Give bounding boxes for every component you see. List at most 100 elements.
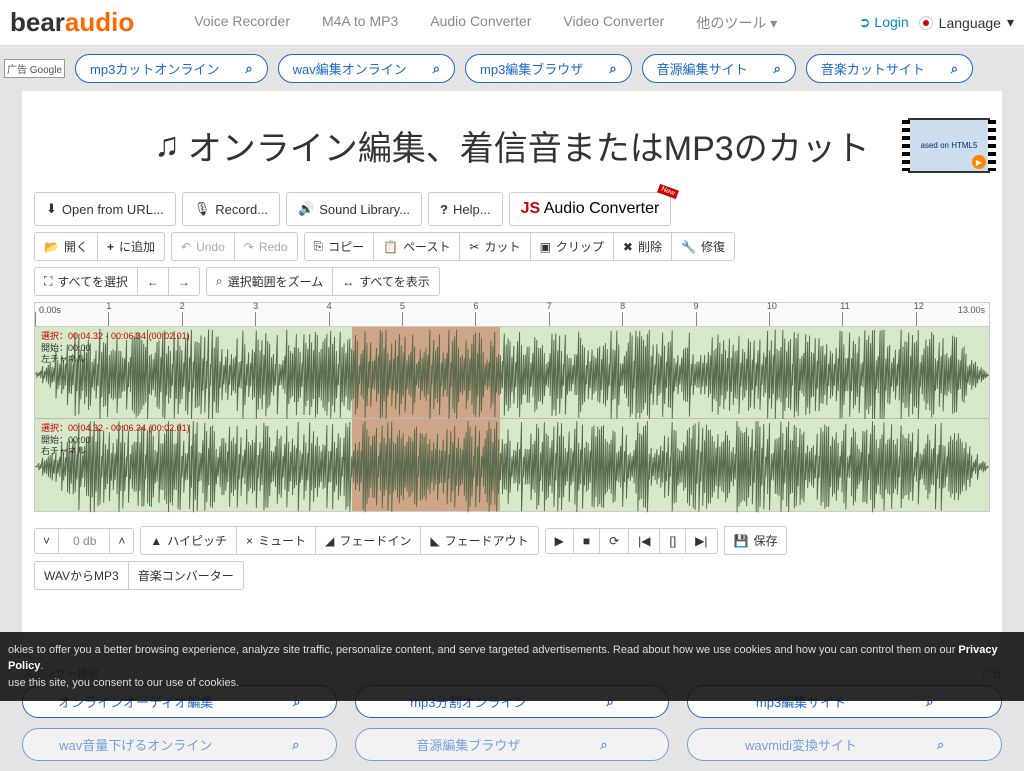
right-nav: ➲ Login Language ▾: [859, 14, 1014, 31]
main-nav: Voice Recorder M4A to MP3 Audio Converte…: [180, 1, 791, 45]
show-all-button[interactable]: ↔すべてを表示: [332, 267, 439, 296]
loop-button[interactable]: ⟳: [599, 528, 629, 554]
ad-pill-2[interactable]: wav編集オンライン⌕: [278, 54, 455, 83]
select-all-button[interactable]: ⛶すべてを選択: [34, 267, 138, 296]
sound-library-button[interactable]: 🔊Sound Library...: [286, 192, 422, 226]
copy-button[interactable]: ⎘コピー: [304, 232, 375, 261]
login-icon: ➲: [859, 14, 871, 30]
add-button[interactable]: +に追加: [97, 232, 165, 261]
copy-icon: ⎘: [314, 239, 324, 254]
next-button[interactable]: ▶|: [685, 528, 717, 554]
toolbar-row-1: ⬇Open from URL... 🎙Record... 🔊Sound Libr…: [34, 192, 990, 226]
nav-other-tools[interactable]: 他のツール ▾: [682, 1, 791, 45]
wrench-icon: 🔧: [681, 240, 696, 254]
bottom-toolbar: ˅ 0 db ˄ ▲ハイピッチ ×ミュート ◢フェードイン ◣フェードアウト ▶…: [34, 526, 990, 590]
search-icon: ⌕: [216, 274, 223, 289]
search-icon: ⌕: [951, 61, 958, 77]
paste-button[interactable]: 📋ペースト: [373, 232, 460, 261]
toolbar-row-2: 📂開く +に追加 ↶Undo ↷Redo ⎘コピー 📋ペースト ✂カット ▣クリ…: [34, 232, 990, 261]
fadein-button[interactable]: ◢フェードイン: [315, 526, 421, 555]
scissors-icon: ✂: [469, 240, 479, 254]
redo-icon: ↷: [244, 240, 254, 254]
db-down-button[interactable]: ˅: [34, 528, 59, 554]
search-icon: ⌕: [774, 61, 781, 77]
record-button[interactable]: 🎙Record...: [182, 192, 280, 226]
play-button[interactable]: ▶: [545, 528, 574, 554]
cookie-banner: okies to offer you a better browsing exp…: [0, 632, 1024, 702]
download-icon: ⬇: [46, 201, 57, 217]
zoom-selection-button[interactable]: ⌕選択範囲をズーム: [206, 267, 333, 296]
language-selector[interactable]: Language ▾: [919, 14, 1014, 31]
fadeout-button[interactable]: ◣フェードアウト: [420, 526, 538, 555]
delete-icon: ✖: [623, 240, 633, 254]
ad-search-row: 广告 Google mp3カットオンライン⌕ wav編集オンライン⌕ mp3編集…: [0, 46, 1024, 91]
editor-container: ♫オンライン編集、着信音またはMP3のカット ased on HTML5▶ ⬇O…: [22, 91, 1002, 651]
sponsor-pill-6[interactable]: wavmidi変換サイト⌕: [687, 728, 1002, 761]
prev-button[interactable]: |◀: [628, 528, 660, 554]
right-channel[interactable]: 選択：00:04.32 - 00:06.34 (00:02.01) 開始：00:…: [35, 419, 989, 511]
save-icon: 💾: [734, 534, 749, 548]
undo-icon: ↶: [181, 240, 191, 254]
speaker-icon: 🔊: [298, 201, 314, 217]
mute-button[interactable]: ×ミュート: [236, 526, 316, 555]
nav-m4a-mp3[interactable]: M4A to MP3: [308, 1, 412, 45]
left-channel-meta: 選択：00:04.32 - 00:06.34 (00:02.01) 開始：00:…: [41, 331, 190, 366]
search-icon: ⌕: [292, 737, 299, 753]
nav-audio-converter[interactable]: Audio Converter: [416, 1, 545, 45]
paste-icon: 📋: [383, 240, 398, 254]
marker-button[interactable]: []: [659, 528, 686, 554]
redo-button[interactable]: ↷Redo: [234, 232, 298, 261]
sponsor-pill-5[interactable]: 音源編集ブラウザ⌕: [355, 728, 670, 761]
crop-icon: ▣: [540, 240, 551, 254]
title-row: ♫オンライン編集、着信音またはMP3のカット ased on HTML5▶: [34, 103, 990, 192]
time-ruler[interactable]: 0.00s 13.00s 123456789101112: [35, 303, 989, 327]
undo-button[interactable]: ↶Undo: [171, 232, 235, 261]
arrow-left-button[interactable]: ←: [137, 267, 169, 296]
right-channel-meta: 選択：00:04.32 - 00:06.34 (00:02.01) 開始：00:…: [41, 423, 190, 458]
ad-pill-3[interactable]: mp3編集ブラウザ⌕: [465, 54, 632, 83]
sponsor-pill-4[interactable]: wav音量下げるオンライン⌕: [22, 728, 337, 761]
ad-pill-1[interactable]: mp3カットオンライン⌕: [75, 54, 268, 83]
waveform-area[interactable]: 0.00s 13.00s 123456789101112 選択：00:04.32…: [34, 302, 990, 512]
search-icon: ⌕: [433, 61, 440, 77]
restore-button[interactable]: 🔧修復: [671, 232, 735, 261]
caret-down-icon: ▾: [770, 15, 777, 31]
play-icon: ▶: [972, 155, 986, 169]
db-up-button[interactable]: ˄: [109, 528, 134, 554]
search-icon: ⌕: [245, 61, 252, 77]
login-link[interactable]: ➲ Login: [859, 14, 909, 31]
video-thumbnail[interactable]: ased on HTML5▶: [908, 118, 990, 173]
open-url-button[interactable]: ⬇Open from URL...: [34, 192, 176, 226]
ad-pill-4[interactable]: 音源編集サイト⌕: [642, 54, 796, 83]
left-right-icon: ↔: [342, 275, 354, 289]
stop-button[interactable]: ■: [573, 528, 600, 554]
js-audio-converter-button[interactable]: JS Audio ConverterNew: [509, 192, 672, 226]
expand-icon: ⛶: [44, 274, 52, 289]
music-converter-button[interactable]: 音楽コンバーター: [128, 561, 244, 590]
wav-to-mp3-button[interactable]: WAVからMP3: [34, 561, 129, 590]
music-note-icon: ♫: [154, 126, 180, 165]
japan-flag-icon: [919, 16, 933, 30]
arrow-right-button[interactable]: →: [168, 267, 200, 296]
nav-video-converter[interactable]: Video Converter: [549, 1, 678, 45]
help-button[interactable]: ?Help...: [428, 192, 503, 226]
ad-pill-5[interactable]: 音楽カットサイト⌕: [806, 54, 973, 83]
folder-icon: 📂: [44, 240, 59, 254]
ad-badge: 广告 Google: [4, 59, 65, 78]
caret-down-icon: ▾: [1007, 14, 1014, 31]
logo[interactable]: bearaudio: [10, 7, 134, 38]
cut-button[interactable]: ✂カット: [459, 232, 530, 261]
fadeout-icon: ◣: [430, 534, 439, 548]
highpitch-button[interactable]: ▲ハイピッチ: [140, 526, 237, 555]
left-channel[interactable]: 選択：00:04.32 - 00:06.34 (00:02.01) 開始：00:…: [35, 327, 989, 419]
open-button[interactable]: 📂開く: [34, 232, 98, 261]
sponsor-pills-row-2: wav音量下げるオンライン⌕ 音源編集ブラウザ⌕ wavmidi変換サイト⌕: [0, 728, 1024, 771]
delete-button[interactable]: ✖削除: [613, 232, 672, 261]
clip-button[interactable]: ▣クリップ: [530, 232, 614, 261]
top-navbar: bearaudio Voice Recorder M4A to MP3 Audi…: [0, 0, 1024, 46]
nav-voice-recorder[interactable]: Voice Recorder: [180, 1, 304, 45]
save-button[interactable]: 💾保存: [724, 526, 788, 555]
help-icon: ?: [440, 202, 448, 217]
plus-icon: +: [107, 240, 114, 254]
toolbar-row-3: ⛶すべてを選択 ← → ⌕選択範囲をズーム ↔すべてを表示: [34, 267, 990, 296]
